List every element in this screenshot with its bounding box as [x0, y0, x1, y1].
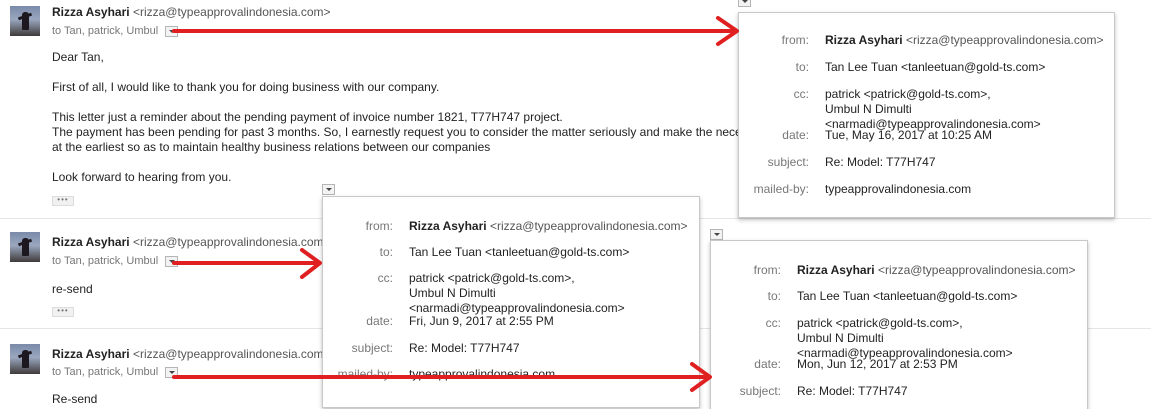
body-line	[52, 95, 820, 110]
details-popup-2: from: Rizza Asyhari <rizza@typeapprovali…	[322, 196, 700, 408]
date-label: date:	[754, 357, 781, 371]
from-label: from:	[781, 33, 809, 47]
message-body: re-send	[52, 282, 93, 297]
from-value: Rizza Asyhari <rizza@typeapprovalindones…	[797, 263, 1076, 278]
body-line: Dear Tan,	[52, 50, 104, 64]
sender: Rizza Asyhari <rizza@typeapprovalindones…	[52, 347, 331, 361]
details-popup-1: from: Rizza Asyhari <rizza@typeapprovali…	[738, 12, 1115, 218]
body-line: This letter just a reminder about the pe…	[52, 110, 563, 124]
body-line	[52, 155, 820, 170]
from-name: Rizza Asyhari	[409, 219, 487, 233]
chevron-down-icon[interactable]	[165, 25, 179, 37]
sender-name[interactable]: Rizza Asyhari	[52, 235, 130, 249]
mailed-by-label: mailed-by:	[753, 182, 809, 196]
chevron-down-icon[interactable]	[165, 255, 179, 267]
chevron-down-icon[interactable]	[710, 229, 723, 240]
from-email: <rizza@typeapprovalindonesia.com>	[489, 219, 688, 233]
message-body: Dear Tan, First of all, I would like to …	[52, 50, 820, 185]
sender-email: <rizza@typeapprovalindonesia.com>	[132, 235, 331, 249]
mailed-by-value: typeapprovalindonesia.com	[409, 367, 556, 381]
mailed-by-value: typeapprovalindonesia.com	[825, 182, 972, 196]
cc-value: patrick <patrick@gold-ts.com>, Umbul N D…	[797, 316, 1087, 361]
show-trimmed-content-button[interactable]: •••	[52, 196, 74, 206]
date-value: Tue, May 16, 2017 at 10:25 AM	[825, 128, 992, 142]
sender: Rizza Asyhari <rizza@typeapprovalindones…	[52, 235, 331, 249]
to-label: to:	[795, 60, 809, 74]
cc-line: Umbul N Dimulti <narmadi@typeapprovalind…	[797, 331, 1013, 360]
show-trimmed-content-button[interactable]: •••	[52, 307, 74, 317]
chevron-down-icon[interactable]	[165, 366, 179, 378]
cc-value: patrick <patrick@gold-ts.com>, Umbul N D…	[825, 87, 1114, 132]
sender-email: <rizza@typeapprovalindonesia.com>	[132, 347, 331, 361]
cc-line: Umbul N Dimulti <narmadi@typeapprovalind…	[409, 286, 625, 315]
sender-name[interactable]: Rizza Asyhari	[52, 5, 130, 19]
avatar[interactable]	[10, 6, 40, 36]
body-line: First of all, I would like to thank you …	[52, 80, 440, 94]
details-popup-3: from: Rizza Asyhari <rizza@typeapprovali…	[710, 240, 1088, 409]
from-value: Rizza Asyhari <rizza@typeapprovalindones…	[409, 219, 688, 234]
subject-label: subject:	[767, 155, 809, 169]
cc-line: patrick <patrick@gold-ts.com>,	[797, 316, 963, 330]
cc-line: Umbul N Dimulti <narmadi@typeapprovalind…	[825, 102, 1041, 131]
sender: Rizza Asyhari <rizza@typeapprovalindones…	[52, 5, 331, 19]
date-label: date:	[366, 314, 393, 328]
date-label: date:	[782, 128, 809, 142]
date-value: Mon, Jun 12, 2017 at 2:53 PM	[797, 357, 958, 371]
cc-label: cc:	[793, 87, 809, 101]
body-line: re-send	[52, 282, 93, 296]
from-label: from:	[753, 263, 781, 277]
avatar[interactable]	[10, 232, 40, 262]
from-name: Rizza Asyhari	[825, 33, 903, 47]
cc-line: patrick <patrick@gold-ts.com>,	[409, 271, 575, 285]
subject-value: Re: Model: T77H747	[825, 155, 936, 169]
avatar[interactable]	[10, 344, 40, 374]
subject-value: Re: Model: T77H747	[797, 384, 908, 398]
cc-label: cc:	[377, 271, 393, 285]
body-line: The payment has been pending for past 3 …	[52, 125, 820, 139]
from-name: Rizza Asyhari	[797, 263, 875, 277]
from-value: Rizza Asyhari <rizza@typeapprovalindones…	[825, 33, 1104, 48]
to-label: to:	[379, 245, 393, 259]
cc-value: patrick <patrick@gold-ts.com>, Umbul N D…	[409, 271, 699, 316]
recipients: to Tan, patrick, Umbul	[52, 366, 179, 378]
date-value: Fri, Jun 9, 2017 at 2:55 PM	[409, 314, 554, 328]
from-email: <rizza@typeapprovalindonesia.com>	[905, 33, 1104, 47]
to-value: Tan Lee Tuan <tanleetuan@gold-ts.com>	[409, 245, 630, 259]
recipients-text: to Tan, patrick, Umbul	[52, 25, 159, 37]
recipients: to Tan, patrick, Umbul	[52, 25, 179, 37]
subject-label: subject:	[739, 384, 781, 398]
body-line: at the earliest so as to maintain health…	[52, 140, 491, 154]
subject-value: Re: Model: T77H747	[409, 341, 520, 355]
mailed-by-label: mailed-by:	[337, 367, 393, 381]
chevron-down-icon[interactable]	[738, 0, 751, 7]
cc-label: cc:	[765, 316, 781, 330]
sender-email: <rizza@typeapprovalindonesia.com>	[132, 5, 331, 19]
to-value: Tan Lee Tuan <tanleetuan@gold-ts.com>	[797, 289, 1018, 303]
sender-name[interactable]: Rizza Asyhari	[52, 347, 130, 361]
body-line: Look forward to hearing from you.	[52, 170, 232, 184]
from-email: <rizza@typeapprovalindonesia.com>	[877, 263, 1076, 277]
body-line	[52, 65, 820, 80]
recipients-text: to Tan, patrick, Umbul	[52, 255, 159, 267]
recipients: to Tan, patrick, Umbul	[52, 255, 179, 267]
cc-line: patrick <patrick@gold-ts.com>,	[825, 87, 991, 101]
to-value: Tan Lee Tuan <tanleetuan@gold-ts.com>	[825, 60, 1046, 74]
subject-label: subject:	[351, 341, 393, 355]
recipients-text: to Tan, patrick, Umbul	[52, 366, 159, 378]
message-body: Re-send	[52, 392, 97, 407]
body-line: Re-send	[52, 392, 98, 406]
from-label: from:	[365, 219, 393, 233]
to-label: to:	[767, 289, 781, 303]
chevron-down-icon[interactable]	[322, 184, 335, 195]
